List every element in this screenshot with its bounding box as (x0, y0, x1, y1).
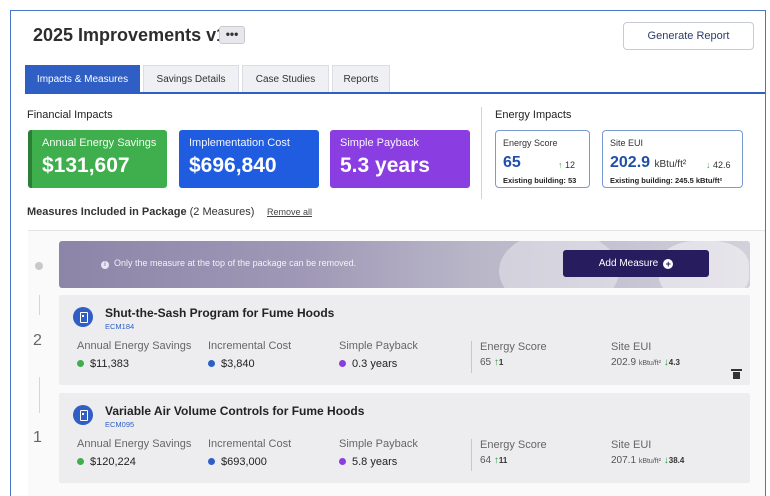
banner-info: i Only the measure at the top of the pack… (101, 258, 356, 269)
payback-dot-icon (339, 458, 346, 465)
tab-savings-details[interactable]: Savings Details (143, 65, 239, 92)
page-title: 2025 Improvements v1 (33, 25, 227, 45)
tab-impacts-measures[interactable]: Impacts & Measures (25, 65, 140, 92)
cost-dot-icon (208, 458, 215, 465)
savings-value: $120,224 (77, 456, 136, 468)
fume-hood-icon (73, 405, 93, 425)
more-options-button[interactable]: ••• (219, 26, 245, 44)
timeline-connector (39, 295, 40, 315)
card-label: Simple Payback (340, 137, 419, 149)
measure-code: ECM184 (105, 322, 135, 331)
annual-energy-savings-card: Annual Energy Savings $131,607 (28, 130, 167, 188)
section-divider (481, 107, 482, 199)
site-eui-card: Site EUI 202.9 kBtu/ft² ↓ 42.6 Existing … (602, 130, 743, 188)
fume-hood-icon (73, 307, 93, 327)
savings-dot-icon (77, 458, 84, 465)
card-value: $696,840 (189, 154, 277, 177)
card-value: 5.3 years (340, 154, 430, 177)
tab-case-studies[interactable]: Case Studies (242, 65, 329, 92)
card-label: Annual Energy Savings (42, 137, 157, 149)
savings-label: Annual Energy Savings (77, 438, 192, 450)
card-label: Implementation Cost (189, 137, 290, 149)
remove-all-link[interactable]: Remove all (267, 207, 312, 217)
payback-value: 0.3 years (339, 358, 397, 370)
site-eui-value: 202.9 kBtu/ft² (610, 154, 687, 171)
measure-card: Variable Air Volume Controls for Fume Ho… (59, 393, 750, 483)
payback-label: Simple Payback (339, 340, 418, 352)
financial-impacts-label: Financial Impacts (27, 109, 113, 121)
timeline-dot (35, 262, 43, 270)
measures-count: (2 Measures) (189, 206, 255, 218)
energy-impacts-label: Energy Impacts (495, 109, 572, 121)
site-eui-label: Site EUI (611, 341, 652, 353)
cost-label: Incremental Cost (208, 438, 292, 450)
energy-score-value: 65 (503, 154, 521, 171)
card-value: $131,607 (42, 154, 130, 177)
cost-dot-icon (208, 360, 215, 367)
payback-label: Simple Payback (339, 438, 418, 450)
tab-reports[interactable]: Reports (332, 65, 390, 92)
measure-position-number: 2 (33, 332, 42, 349)
measure-position-number: 1 (33, 429, 42, 446)
payback-dot-icon (339, 360, 346, 367)
energy-score-existing: Existing building: 53 (503, 176, 577, 185)
savings-label: Annual Energy Savings (77, 340, 192, 352)
energy-score-card: Energy Score 65 ↑ 12 Existing building: … (495, 130, 590, 188)
arrow-down-icon: ↓ (706, 160, 711, 170)
site-eui-label: Site EUI (610, 138, 644, 148)
implementation-cost-card: Implementation Cost $696,840 (179, 130, 319, 188)
measure-code: ECM095 (105, 420, 135, 429)
site-eui-change: ↓ 42.6 (706, 160, 731, 170)
energy-score-value: 65 ↑1 (480, 357, 504, 368)
energy-score-change: ↑ 12 (558, 160, 576, 170)
site-eui-value: 207.1 kBtu/ft² ↓38.4 (611, 455, 685, 466)
tab-underline (25, 92, 765, 94)
info-icon: i (101, 261, 109, 269)
plus-circle-icon: + (663, 259, 674, 269)
measures-section-title: Measures Included in Package (2 Measures… (27, 206, 255, 218)
arrow-up-icon: ↑ (558, 160, 563, 170)
measure-card: Shut-the-Sash Program for Fume Hoods ECM… (59, 295, 750, 385)
timeline-connector (39, 377, 40, 413)
energy-score-label: Energy Score (503, 138, 558, 148)
savings-dot-icon (77, 360, 84, 367)
site-eui-value: 202.9 kBtu/ft² ↓4.3 (611, 357, 680, 368)
measure-divider (471, 439, 472, 471)
app-window: 2025 Improvements v1 ••• Generate Report… (10, 10, 766, 496)
energy-score-label: Energy Score (480, 341, 547, 353)
measure-divider (471, 341, 472, 373)
trash-icon[interactable] (731, 369, 742, 379)
cost-label: Incremental Cost (208, 340, 292, 352)
measure-name: Shut-the-Sash Program for Fume Hoods (105, 306, 335, 320)
add-measure-button[interactable]: Add Measure + (563, 250, 709, 277)
site-eui-existing: Existing building: 245.5 kBtu/ft² (610, 176, 723, 185)
energy-score-label: Energy Score (480, 439, 547, 451)
payback-value: 5.8 years (339, 456, 397, 468)
cost-value: $693,000 (208, 456, 267, 468)
add-measure-banner: i Only the measure at the top of the pack… (59, 241, 750, 288)
energy-score-value: 64 ↑11 (480, 455, 508, 466)
measure-name: Variable Air Volume Controls for Fume Ho… (105, 404, 365, 418)
header: 2025 Improvements v1 ••• Generate Report (11, 11, 765, 61)
site-eui-label: Site EUI (611, 439, 652, 451)
simple-payback-card: Simple Payback 5.3 years (330, 130, 470, 188)
generate-report-button[interactable]: Generate Report (623, 22, 754, 50)
cost-value: $3,840 (208, 358, 255, 370)
savings-value: $11,383 (77, 358, 129, 370)
